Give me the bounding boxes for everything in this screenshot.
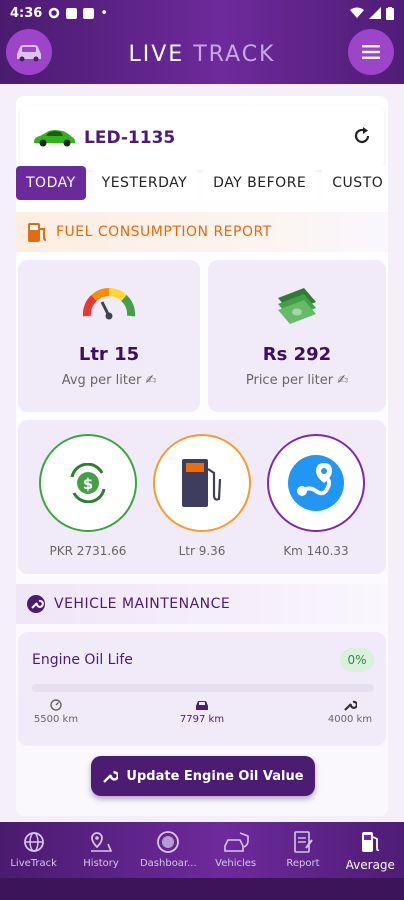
map-pin-icon <box>90 832 113 852</box>
green-car-icon <box>34 130 75 147</box>
nav-history-label: History <box>83 858 119 869</box>
report-icon <box>294 831 313 853</box>
app-title: LIVE TRACK <box>129 42 276 67</box>
refresh-icon <box>354 127 370 144</box>
vehicle-selector[interactable]: LED-1135 <box>20 106 384 170</box>
tab-custom[interactable]: CUSTO <box>322 166 388 200</box>
wrench-icon <box>103 771 119 783</box>
price-per-liter-value: Rs 292 <box>262 344 332 365</box>
oil-current-point: 7797 km <box>162 696 242 725</box>
total-distance-item: Km 140.33 <box>266 434 366 558</box>
engine-oil-label: Engine Oil Life <box>32 652 133 668</box>
signal-icon <box>369 7 381 19</box>
nav-vehicles[interactable]: Vehicles <box>202 822 269 878</box>
tab-today[interactable]: TODAY <box>16 166 86 200</box>
fuel-pump-icon <box>182 459 222 507</box>
svg-text:$: $ <box>83 475 93 493</box>
refresh-button[interactable] <box>352 126 372 150</box>
app-title-right: TRACK <box>193 41 276 67</box>
menu-button[interactable] <box>348 29 394 75</box>
total-fuel-value: Ltr 9.36 <box>178 544 226 558</box>
main-content: LED-1135 TODAY YESTERDAY DAY BEFORE CUST… <box>16 96 388 816</box>
update-engine-oil-button[interactable]: Update Engine Oil Value <box>91 756 315 796</box>
oil-interval-point: 4000 km <box>310 696 390 725</box>
date-tabs: TODAY YESTERDAY DAY BEFORE CUSTO <box>16 166 388 202</box>
total-distance-ring <box>267 434 365 532</box>
car-icon <box>196 701 208 710</box>
battery-icon <box>386 6 394 20</box>
globe-icon <box>23 832 44 852</box>
engine-oil-progress <box>32 684 374 692</box>
dot-status-icon: • <box>100 5 109 21</box>
sim-status-icon <box>83 7 95 19</box>
avg-per-liter-value: Ltr 15 <box>78 344 140 365</box>
settings-status-icon <box>49 7 60 19</box>
nav-average-label: Average <box>345 858 395 872</box>
speedometer-icon <box>50 699 62 711</box>
price-per-liter-card[interactable]: Rs 292 Price per liter ✍ <box>208 260 386 412</box>
tab-day-before[interactable]: DAY BEFORE <box>203 166 317 200</box>
nav-average[interactable]: Average <box>337 822 404 878</box>
nav-livetrack-label: LiveTrack <box>10 858 57 869</box>
money-cycle-icon: $ <box>70 463 106 503</box>
maintenance-header: VEHICLE MAINTENANCE <box>16 584 388 624</box>
status-time: 4:36 <box>10 5 43 21</box>
fuel-pump-icon <box>28 223 47 242</box>
fuel-pump-icon <box>362 832 380 852</box>
top-bar: 4:36 • LIVE TRACK <box>0 0 404 84</box>
vehicles-icon <box>223 832 249 852</box>
wifi-icon <box>350 7 364 18</box>
wrench-circle-icon <box>27 595 45 613</box>
avg-per-liter-card[interactable]: Ltr 15 Avg per liter ✍ <box>18 260 200 412</box>
total-cost-value: PKR 2731.66 <box>49 544 127 558</box>
nav-history[interactable]: History <box>67 822 134 878</box>
fuel-report-header: FUEL CONSUMPTION REPORT <box>16 212 388 252</box>
oil-last-change-value: 5500 km <box>33 714 79 725</box>
tab-yesterday[interactable]: YESTERDAY <box>91 166 198 200</box>
app-title-left: LIVE <box>128 41 185 67</box>
vehicle-name: LED-1135 <box>84 128 176 148</box>
bottom-navigation: LiveTrack History Dashboar... Vehicles R… <box>0 822 404 878</box>
car-icon <box>17 45 41 62</box>
oil-last-change-point: 5500 km <box>16 696 96 725</box>
oil-interval-value: 4000 km <box>327 714 373 725</box>
price-per-liter-label: Price per liter ✍ <box>245 373 349 388</box>
vehicle-avatar-button[interactable] <box>6 29 52 75</box>
total-distance-value: Km 140.33 <box>283 544 349 558</box>
status-bar: 4:36 • <box>0 0 404 26</box>
route-icon <box>288 455 344 511</box>
menu-icon <box>362 45 380 59</box>
update-engine-oil-label: Update Engine Oil Value <box>126 768 304 784</box>
fuel-report-title: FUEL CONSUMPTION REPORT <box>56 224 272 240</box>
total-cost-item: $ PKR 2731.66 <box>38 434 138 558</box>
nav-livetrack[interactable]: LiveTrack <box>0 822 67 878</box>
nav-dashboard-label: Dashboar... <box>139 858 197 869</box>
app-header: LIVE TRACK <box>0 26 404 82</box>
engine-oil-card: Engine Oil Life 0% 5500 km 7797 km 4000 … <box>18 632 386 746</box>
system-nav-bar <box>0 878 404 900</box>
dashboard-icon <box>157 831 180 853</box>
total-fuel-ring <box>153 434 251 532</box>
nav-vehicles-label: Vehicles <box>215 858 257 869</box>
cash-icon <box>278 288 316 324</box>
avg-per-liter-label: Avg per liter ✍ <box>61 373 157 388</box>
nav-report-label: Report <box>286 858 320 869</box>
wrench-icon <box>344 700 357 711</box>
maintenance-title: VEHICLE MAINTENANCE <box>54 596 231 612</box>
total-fuel-item: Ltr 9.36 <box>152 434 252 558</box>
nav-report[interactable]: Report <box>269 822 336 878</box>
engine-oil-percent-badge: 0% <box>340 648 374 672</box>
total-cost-ring: $ <box>39 434 137 532</box>
fuel-totals-panel: $ PKR 2731.66 Ltr 9.36 Km 140.33 <box>18 420 386 574</box>
gauge-icon <box>82 288 136 320</box>
notification-status-icon <box>66 7 78 19</box>
oil-current-value: 7797 km <box>179 714 225 725</box>
nav-dashboard[interactable]: Dashboar... <box>135 822 202 878</box>
